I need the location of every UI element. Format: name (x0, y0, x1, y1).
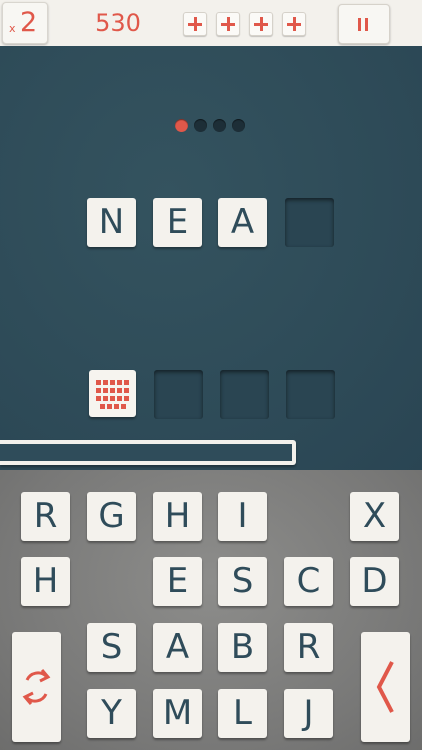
top-bar: x 2 530 (0, 0, 422, 46)
shuffle-icon (22, 669, 51, 705)
bonus-slot[interactable] (154, 370, 203, 419)
letter-key[interactable]: R (284, 623, 333, 672)
letter-key[interactable]: S (218, 557, 267, 606)
bonus-slot[interactable] (220, 370, 269, 419)
letter-key[interactable]: C (284, 557, 333, 606)
multiplier-value: 2 (20, 7, 38, 38)
plus-icon[interactable] (216, 12, 240, 36)
letter-key[interactable]: L (218, 689, 267, 738)
letter-key[interactable]: R (21, 492, 70, 541)
game-board: N E A (0, 46, 422, 470)
word-tile[interactable]: A (218, 198, 267, 247)
word-tile[interactable]: E (153, 198, 202, 247)
letter-key[interactable]: B (218, 623, 267, 672)
backspace-button[interactable] (361, 632, 410, 742)
keyboard-icon[interactable] (89, 370, 136, 417)
empty-word-slot[interactable] (285, 198, 334, 247)
letter-key[interactable]: Y (87, 689, 136, 738)
letter-key[interactable]: E (153, 557, 202, 606)
progress-dot-active (175, 119, 188, 132)
multiplier-prefix: x (9, 22, 16, 35)
letter-key[interactable]: G (87, 492, 136, 541)
pause-button[interactable] (338, 4, 390, 44)
progress-dot (213, 119, 226, 132)
multiplier-badge: x 2 (2, 2, 48, 44)
shuffle-button[interactable] (12, 632, 61, 742)
letter-key[interactable]: A (153, 623, 202, 672)
letter-key[interactable]: J (284, 689, 333, 738)
letter-keyboard: R G H I X H E S C D S A B R Y M L J (0, 470, 422, 750)
timer-bar (0, 440, 296, 465)
pause-icon (358, 18, 361, 31)
pause-icon-bar (365, 18, 368, 31)
progress-dot (232, 119, 245, 132)
timer-bar-track (0, 444, 292, 461)
progress-dot (194, 119, 207, 132)
letter-key[interactable]: H (21, 557, 70, 606)
plus-icon[interactable] (183, 12, 207, 36)
plus-icon[interactable] (282, 12, 306, 36)
bonus-slot[interactable] (286, 370, 335, 419)
letter-key[interactable]: I (218, 492, 267, 541)
letter-key[interactable]: X (350, 492, 399, 541)
chevron-left-icon (376, 661, 394, 713)
plus-icon[interactable] (249, 12, 273, 36)
letter-key[interactable]: H (153, 492, 202, 541)
word-tile[interactable]: N (87, 198, 136, 247)
letter-key[interactable]: D (350, 557, 399, 606)
letter-key[interactable]: S (87, 623, 136, 672)
letter-key[interactable]: M (153, 689, 202, 738)
score-display: 530 (95, 9, 141, 37)
